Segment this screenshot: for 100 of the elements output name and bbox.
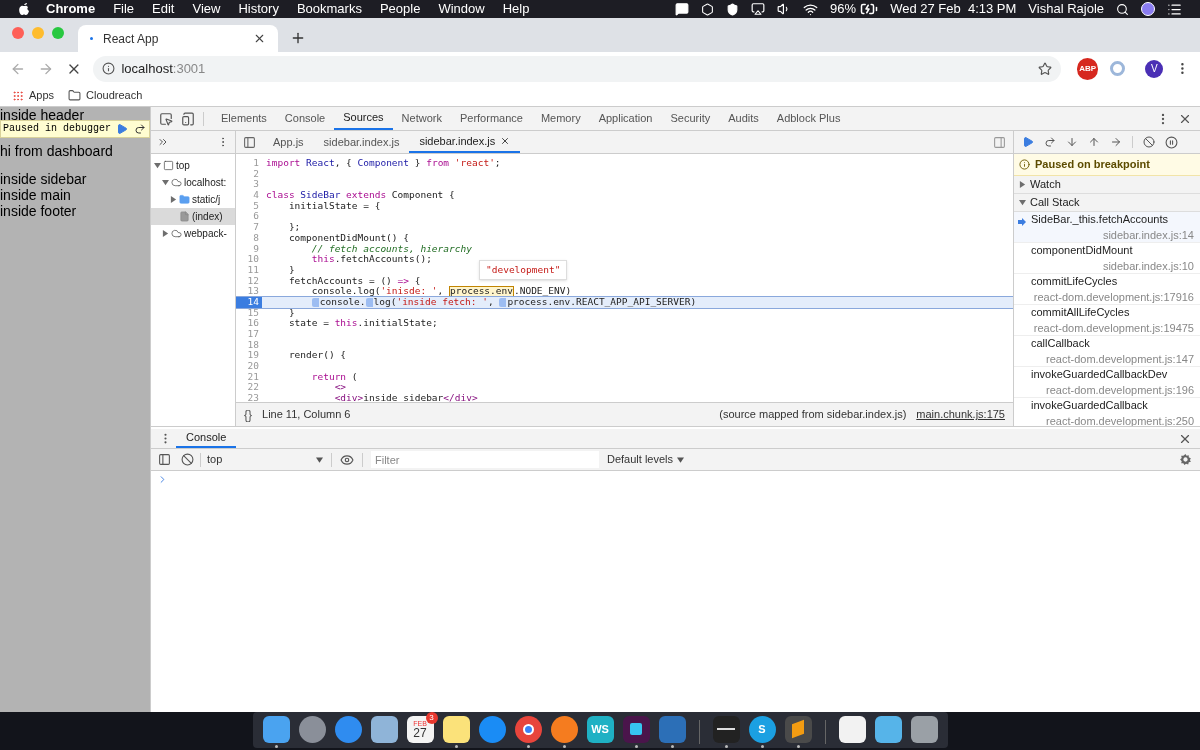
resume-icon[interactable] (116, 123, 129, 135)
info-icon[interactable] (102, 62, 116, 75)
bookmark-star-icon[interactable] (1037, 61, 1052, 76)
levels-dropdown[interactable]: Default levels (607, 451, 685, 468)
devtools-tab[interactable]: Security (661, 107, 720, 130)
devtools-tab[interactable]: Performance (450, 107, 532, 130)
step-out-icon[interactable] (1088, 136, 1100, 148)
code-token: fetchAccounts = () (287, 275, 393, 287)
collapse-arrow-icon[interactable] (170, 196, 177, 203)
section-header[interactable]: Watch (1014, 176, 1200, 194)
console-sidebar-icon[interactable] (158, 453, 171, 466)
step-into-icon[interactable] (1066, 136, 1078, 148)
app-icon[interactable] (514, 715, 542, 748)
pause-on-exceptions-icon[interactable] (1165, 135, 1178, 149)
devtools-tab[interactable]: Network (392, 107, 451, 130)
user-name[interactable]: Vishal Rajole (1028, 0, 1104, 19)
call-frame[interactable]: componentDidMount sidebar.index.js:10 (1014, 243, 1200, 274)
step-icon[interactable] (1110, 136, 1122, 148)
line-number[interactable]: 14 (236, 296, 262, 308)
source-link[interactable]: main.chunk.js:175 (916, 406, 1005, 423)
siri-icon[interactable] (1141, 2, 1155, 16)
collapse-arrow-icon[interactable] (162, 230, 169, 237)
hexagon-icon[interactable] (701, 2, 715, 16)
clock[interactable]: Wed 27 Feb 4:13 PM (890, 0, 1017, 19)
deactivate-breakpoints-icon[interactable] (1143, 136, 1155, 148)
context-select[interactable]: top (207, 451, 323, 468)
code-token: Component { (391, 190, 455, 201)
code-token: class (266, 190, 296, 201)
shield-icon[interactable] (726, 2, 740, 16)
tree-item[interactable]: (index) (151, 208, 235, 225)
browser-tab[interactable]: React App (78, 25, 278, 52)
expand-arrow-icon[interactable] (1019, 199, 1026, 206)
wifi-icon[interactable] (803, 1, 819, 17)
devtools-tab[interactable]: Adblock Plus (767, 107, 850, 130)
editor-tab[interactable]: App.js (263, 131, 314, 153)
section-header[interactable]: Call Stack (1014, 194, 1200, 212)
step-over-icon[interactable] (1044, 136, 1056, 148)
call-frame[interactable]: commitAllLifeCycles react-dom.development.js:19475 (1014, 305, 1200, 336)
address-bar[interactable]: localhost:3001 (93, 55, 1061, 82)
inspect-icon[interactable] (159, 111, 173, 126)
tree-item[interactable]: static/j (151, 191, 235, 208)
step-over-icon[interactable] (134, 123, 147, 135)
adblock-extension-icon[interactable]: ABP (1076, 57, 1099, 80)
menu-item[interactable]: Edit (152, 0, 175, 19)
tree-item[interactable]: webpack- (151, 225, 235, 242)
profile-avatar[interactable]: V (1145, 59, 1164, 78)
tree-item[interactable]: localhost: (151, 174, 235, 191)
eye-icon[interactable] (340, 452, 354, 467)
menu-item[interactable]: File (113, 0, 135, 19)
devtools-tab[interactable]: Memory (531, 107, 590, 130)
code-token: return (310, 371, 347, 383)
call-frame[interactable]: invokeGuardedCallbackDev react-dom.development.js:196 (1014, 367, 1200, 398)
menu-item[interactable]: Window (438, 0, 485, 19)
bookmark[interactable]: Apps (12, 87, 55, 104)
devtools-tab[interactable]: Elements (212, 107, 276, 130)
filter-field[interactable]: Filter (371, 451, 599, 468)
app-icon[interactable] (442, 715, 470, 748)
code-token: }; (287, 222, 301, 233)
editor-tab[interactable]: sidebar.index.js (313, 131, 410, 153)
devtools-tab[interactable]: Application (589, 107, 662, 130)
code-token: , (487, 296, 494, 308)
devtools-tab[interactable]: Console (275, 107, 335, 130)
collapse-arrow-icon[interactable] (1019, 181, 1026, 188)
more-tabs-icon[interactable] (157, 136, 169, 148)
bookmark[interactable]: Cloudreach (68, 87, 143, 104)
expand-arrow-icon[interactable] (154, 162, 161, 169)
new-tab-icon[interactable] (290, 30, 306, 46)
airplay-icon[interactable] (751, 2, 766, 16)
menu-item[interactable]: People (379, 0, 421, 19)
tree-item[interactable]: top (151, 157, 235, 174)
code-token: , { (334, 158, 353, 169)
menu-item[interactable]: History (238, 0, 279, 19)
search-icon[interactable] (1116, 2, 1129, 16)
menu-item[interactable]: Help (502, 0, 530, 19)
settings-icon[interactable] (1179, 453, 1192, 466)
toggle-debugger-icon[interactable] (993, 135, 1006, 149)
clear-console-icon[interactable] (181, 453, 194, 466)
expand-arrow-icon[interactable] (162, 179, 169, 186)
tab-title: React App (103, 30, 159, 48)
app-icon[interactable] (622, 715, 650, 748)
app-menu[interactable]: Chrome (46, 0, 96, 19)
devtools-tab[interactable]: Audits (719, 107, 768, 130)
call-frame[interactable]: SideBar._this.fetchAccounts sidebar.index.js:14 (1014, 212, 1200, 243)
resume-icon[interactable] (1022, 136, 1034, 148)
toggle-navigator-icon[interactable] (243, 135, 256, 149)
menu-item[interactable]: Bookmarks (296, 0, 362, 19)
device-toolbar-icon[interactable] (181, 111, 195, 126)
close-tab-icon[interactable] (500, 136, 511, 146)
code-token: process.env.REACT_APP_API_SERVER) (507, 296, 697, 308)
list-icon[interactable] (1167, 1, 1182, 17)
close-tab-icon[interactable] (253, 32, 266, 45)
chat-bubble-icon[interactable] (675, 2, 690, 16)
pretty-print-button[interactable]: {} (244, 405, 252, 424)
app-icon[interactable] (784, 715, 812, 748)
code-token: .fetchAccounts(); (334, 254, 432, 265)
call-frame[interactable]: callCallback react-dom.development.js:147 (1014, 336, 1200, 367)
menu-item[interactable]: View (192, 0, 221, 19)
call-frame[interactable]: commitLifeCycles react-dom.development.js:17916 (1014, 274, 1200, 305)
app-icon[interactable] (712, 715, 740, 748)
apple-logo-icon[interactable] (18, 2, 30, 16)
